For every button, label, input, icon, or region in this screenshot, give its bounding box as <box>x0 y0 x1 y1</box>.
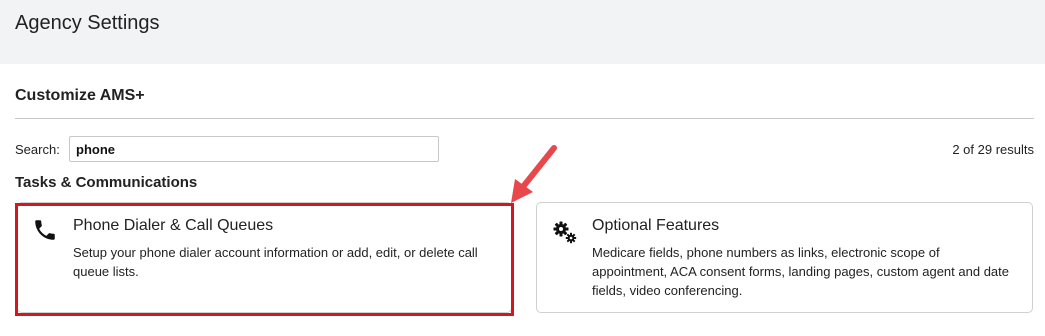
card-title: Optional Features <box>592 217 720 234</box>
card-title: Phone Dialer & Call Queues <box>73 217 274 234</box>
category-title: Tasks & Communications <box>15 174 198 191</box>
section-divider <box>15 118 1034 119</box>
card-phone-dialer[interactable]: Phone Dialer & Call Queues Setup your ph… <box>17 202 512 313</box>
section-title: Customize AMS+ <box>15 87 145 104</box>
page-title: Agency Settings <box>15 12 160 34</box>
phone-icon <box>32 217 58 243</box>
search-input[interactable] <box>69 136 439 162</box>
search-label: Search: <box>15 142 60 157</box>
card-description: Setup your phone dialer account informat… <box>73 245 478 279</box>
card-optional-features[interactable]: Optional Features Medicare fields, phone… <box>536 202 1033 313</box>
card-description: Medicare fields, phone numbers as links,… <box>592 245 1009 298</box>
header-bar: Agency Settings <box>0 0 1045 64</box>
results-count: 2 of 29 results <box>952 142 1034 157</box>
gears-icon <box>551 219 577 245</box>
annotation-arrow-icon <box>511 145 557 203</box>
